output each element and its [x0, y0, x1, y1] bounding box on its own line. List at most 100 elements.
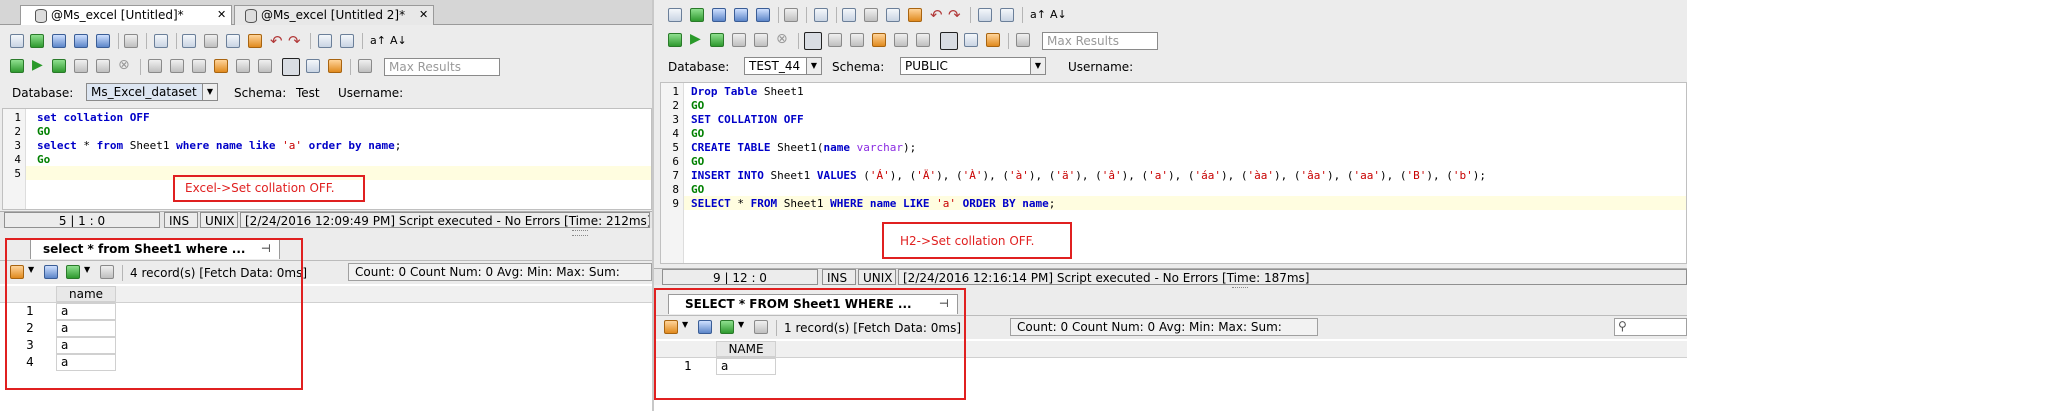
find-icon[interactable]: [978, 8, 992, 22]
database-value: Ms_Excel_dataset: [91, 85, 197, 99]
save-icon[interactable]: [712, 8, 726, 22]
comment-icon[interactable]: [804, 32, 822, 50]
undo-icon[interactable]: ↶: [930, 6, 943, 24]
stop-icon[interactable]: ⊗: [118, 57, 130, 73]
annotation-text: Excel->Set collation OFF.: [185, 181, 335, 195]
code-line-2: GO: [37, 125, 51, 138]
tab-untitled[interactable]: @Ms_excel [Untitled]* ✕: [20, 5, 232, 25]
options-icon[interactable]: [916, 33, 930, 47]
lowercase-icon[interactable]: a↑: [370, 34, 386, 47]
status-message: [2/24/2016 12:09:49 PM] Script executed …: [240, 212, 650, 228]
lowercase-icon[interactable]: a↑: [1030, 8, 1046, 21]
format-icon[interactable]: [154, 34, 168, 48]
format-icon[interactable]: [814, 8, 828, 22]
save-as-icon[interactable]: [74, 34, 88, 48]
save-as-icon[interactable]: [734, 8, 748, 22]
save-all-icon[interactable]: [756, 8, 770, 22]
redo-icon[interactable]: ↷: [288, 32, 301, 50]
schema-label: Schema:: [234, 86, 287, 100]
add-icon[interactable]: [690, 8, 704, 22]
new-file-icon[interactable]: [10, 34, 24, 48]
indent-icon[interactable]: [828, 33, 842, 47]
commit-icon[interactable]: [754, 33, 768, 47]
execute-current-icon[interactable]: [710, 33, 724, 47]
replace-icon[interactable]: [340, 34, 354, 48]
execute-icon[interactable]: ▶: [690, 31, 701, 47]
history-icon[interactable]: [236, 59, 250, 73]
outdent-icon[interactable]: [192, 59, 206, 73]
execute-explain-icon[interactable]: [732, 33, 746, 47]
schema-value[interactable]: Test: [296, 86, 320, 100]
right-toolbar-2: ▶ ⊗ Max Results: [654, 30, 1687, 52]
schema-value: PUBLIC: [905, 59, 948, 73]
wand-icon[interactable]: [872, 33, 886, 47]
right-editor[interactable]: 1 2 3 4 5 6 7 8 9 Drop Table Sheet1 GO S…: [660, 82, 1687, 264]
comment-icon[interactable]: [148, 59, 162, 73]
text-mode-icon[interactable]: [306, 59, 320, 73]
database-select[interactable]: TEST_44 ▼: [744, 57, 822, 75]
save-icon[interactable]: [52, 34, 66, 48]
execute-all-icon[interactable]: [10, 59, 24, 73]
settings-icon[interactable]: [1016, 33, 1030, 47]
copy-icon[interactable]: [226, 34, 240, 48]
export-icon[interactable]: [986, 33, 1000, 47]
max-results-input[interactable]: Max Results: [1042, 32, 1158, 50]
print-icon[interactable]: [124, 34, 138, 48]
right-connection-bar: Database: TEST_44 ▼ Schema: PUBLIC ▼ Use…: [654, 56, 1687, 78]
database-select[interactable]: Ms_Excel_dataset ▼: [86, 83, 218, 101]
insert-mode: INS: [164, 212, 198, 228]
find-icon[interactable]: [318, 34, 332, 48]
new-file-icon[interactable]: [668, 8, 682, 22]
wand-icon[interactable]: [214, 59, 228, 73]
uppercase-icon[interactable]: A↓: [1050, 8, 1067, 21]
copy-icon[interactable]: [886, 8, 900, 22]
code-line-4: Go: [37, 153, 51, 166]
history-icon[interactable]: [894, 33, 908, 47]
select-all-icon[interactable]: [842, 8, 856, 22]
indent-icon[interactable]: [170, 59, 184, 73]
outdent-icon[interactable]: [850, 33, 864, 47]
max-results-input[interactable]: Max Results: [384, 58, 500, 76]
replace-icon[interactable]: [1000, 8, 1014, 22]
database-label: Database:: [668, 60, 730, 74]
undo-icon[interactable]: ↶: [270, 32, 283, 50]
close-icon[interactable]: ✕: [419, 6, 428, 24]
execute-current-icon[interactable]: [52, 59, 66, 73]
paste-icon[interactable]: [248, 34, 262, 48]
options-icon[interactable]: [258, 59, 272, 73]
text-mode-icon[interactable]: [964, 33, 978, 47]
code-line-6: GO: [691, 155, 705, 168]
grid-mode-icon[interactable]: [940, 32, 958, 50]
execute-icon[interactable]: ▶: [32, 57, 43, 73]
search-input[interactable]: ⚲: [1614, 318, 1687, 336]
cut-icon[interactable]: [864, 8, 878, 22]
commit-icon[interactable]: [96, 59, 110, 73]
execute-all-icon[interactable]: [668, 33, 682, 47]
redo-icon[interactable]: ↷: [948, 6, 961, 24]
code-line-9: SELECT * FROM Sheet1 WHERE name LIKE 'a'…: [691, 197, 1056, 210]
code-line-3: select * from Sheet1 where name like 'a'…: [37, 139, 402, 152]
export-icon[interactable]: [328, 59, 342, 73]
annotation-text: H2->Set collation OFF.: [900, 234, 1035, 248]
left-connection-bar: Database: Ms_Excel_dataset ▼ Schema: Tes…: [0, 82, 652, 104]
left-toolbar-2: ▶ ⊗ Max Results: [0, 56, 652, 78]
username-label: Username:: [1068, 60, 1134, 74]
grid-mode-icon[interactable]: [282, 58, 300, 76]
stop-icon[interactable]: ⊗: [776, 31, 788, 47]
close-icon[interactable]: ✕: [217, 6, 226, 24]
save-all-icon[interactable]: [96, 34, 110, 48]
schema-select[interactable]: PUBLIC ▼: [900, 57, 1046, 75]
select-all-icon[interactable]: [182, 34, 196, 48]
line-ending: UNIX: [858, 269, 896, 285]
cut-icon[interactable]: [204, 34, 218, 48]
print-icon[interactable]: [784, 8, 798, 22]
add-icon[interactable]: [30, 34, 44, 48]
tab-untitled-2[interactable]: @Ms_excel [Untitled 2]* ✕: [234, 5, 434, 25]
tab-label: @Ms_excel [Untitled 2]*: [261, 8, 406, 22]
execute-explain-icon[interactable]: [74, 59, 88, 73]
chevron-down-icon: ▼: [806, 58, 821, 74]
paste-icon[interactable]: [908, 8, 922, 22]
settings-icon[interactable]: [358, 59, 372, 73]
uppercase-icon[interactable]: A↓: [390, 34, 407, 47]
database-icon: [35, 9, 47, 23]
